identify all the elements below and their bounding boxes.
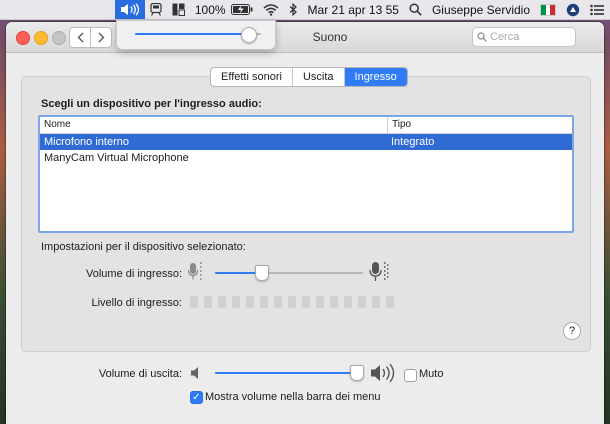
- speaker-low-icon: [191, 367, 198, 379]
- tab-bar: Effetti sonori Uscita Ingresso: [210, 67, 408, 87]
- level-segment: [190, 296, 198, 308]
- volume-popup: [116, 20, 276, 50]
- device-settings-label: Impostazioni per il dispositivo selezion…: [41, 241, 246, 253]
- battery-percentage: 100%: [194, 2, 226, 17]
- level-segment: [218, 296, 226, 308]
- menu-clock[interactable]: Mar 21 apr 13 55: [303, 0, 404, 19]
- window-layout-icon[interactable]: [167, 0, 190, 19]
- level-segment: [386, 296, 394, 308]
- show-volume-label: Mostra volume nella barra dei menu: [205, 391, 381, 403]
- help-button[interactable]: ?: [563, 322, 581, 340]
- wifi-icon[interactable]: [258, 0, 284, 19]
- bluetooth-icon[interactable]: [284, 0, 303, 19]
- device-name: Microfono interno: [44, 136, 129, 148]
- level-segment: [330, 296, 338, 308]
- mute-label: Muto: [419, 368, 444, 380]
- column-header-nome[interactable]: Nome: [40, 117, 388, 133]
- input-volume-fill: [215, 272, 261, 274]
- output-volume-slider[interactable]: [215, 372, 363, 374]
- menu-bar: 100% Mar 21 apr 13 55 Giuseppe Servidio: [0, 0, 610, 20]
- popup-volume-knob[interactable]: [241, 27, 258, 43]
- title-bar: Suono: [6, 22, 604, 53]
- level-segment: [302, 296, 310, 308]
- popup-volume-fill: [135, 33, 249, 35]
- table-row[interactable]: ManyCam Virtual Microphone: [40, 150, 572, 166]
- level-segment: [288, 296, 296, 308]
- input-volume-slider[interactable]: [215, 272, 363, 274]
- level-segment: [358, 296, 366, 308]
- search-input[interactable]: [487, 31, 566, 43]
- italian-flag-icon[interactable]: [535, 0, 561, 19]
- microphone-low-icon: [187, 262, 202, 280]
- output-volume-knob[interactable]: [349, 365, 364, 381]
- train-icon[interactable]: [145, 0, 167, 19]
- input-volume-label: Volume di ingresso:: [86, 268, 182, 280]
- level-segment: [316, 296, 324, 308]
- output-volume-fill: [215, 372, 356, 374]
- level-segment: [260, 296, 268, 308]
- search-icon: [477, 32, 487, 42]
- user-name[interactable]: Giuseppe Servidio: [427, 0, 535, 19]
- input-device-table[interactable]: Nome Tipo Microfono interno Integrato Ma…: [38, 115, 574, 233]
- device-list-heading: Scegli un dispositivo per l'ingresso aud…: [41, 98, 262, 110]
- level-segment: [372, 296, 380, 308]
- device-type: [387, 150, 391, 166]
- level-segment: [274, 296, 282, 308]
- battery-charging-icon[interactable]: [230, 0, 258, 19]
- input-volume-knob[interactable]: [254, 265, 269, 281]
- tab-effetti-sonori[interactable]: Effetti sonori: [211, 68, 293, 86]
- output-volume-label: Volume di uscita:: [98, 368, 182, 380]
- device-type: Integrato: [391, 136, 435, 148]
- column-header-tipo[interactable]: Tipo: [388, 117, 411, 133]
- mute-checkbox[interactable]: [404, 369, 417, 382]
- tab-ingresso[interactable]: Ingresso: [344, 68, 407, 86]
- level-segment: [246, 296, 254, 308]
- spotlight-search-icon[interactable]: [404, 0, 427, 19]
- show-volume-checkbox[interactable]: ✓: [190, 391, 203, 404]
- volume-menu-icon[interactable]: [114, 0, 145, 19]
- table-header: Nome Tipo: [40, 117, 572, 134]
- device-name: ManyCam Virtual Microphone: [44, 152, 189, 164]
- input-level-label: Livello di ingresso:: [91, 297, 183, 309]
- level-segment: [232, 296, 240, 308]
- app-status-icon[interactable]: [561, 0, 585, 19]
- input-level-meter: [190, 296, 394, 308]
- notification-center-icon[interactable]: [585, 0, 610, 19]
- level-segment: [204, 296, 212, 308]
- microphone-high-icon: [369, 262, 389, 281]
- level-segment: [344, 296, 352, 308]
- sound-preferences-window: Suono Effetti sonori Uscita Ingresso Sce…: [6, 22, 604, 424]
- speaker-high-icon: [371, 363, 395, 383]
- search-field[interactable]: [472, 27, 576, 47]
- tab-uscita[interactable]: Uscita: [293, 68, 345, 86]
- table-row[interactable]: Microfono interno Integrato: [40, 134, 572, 150]
